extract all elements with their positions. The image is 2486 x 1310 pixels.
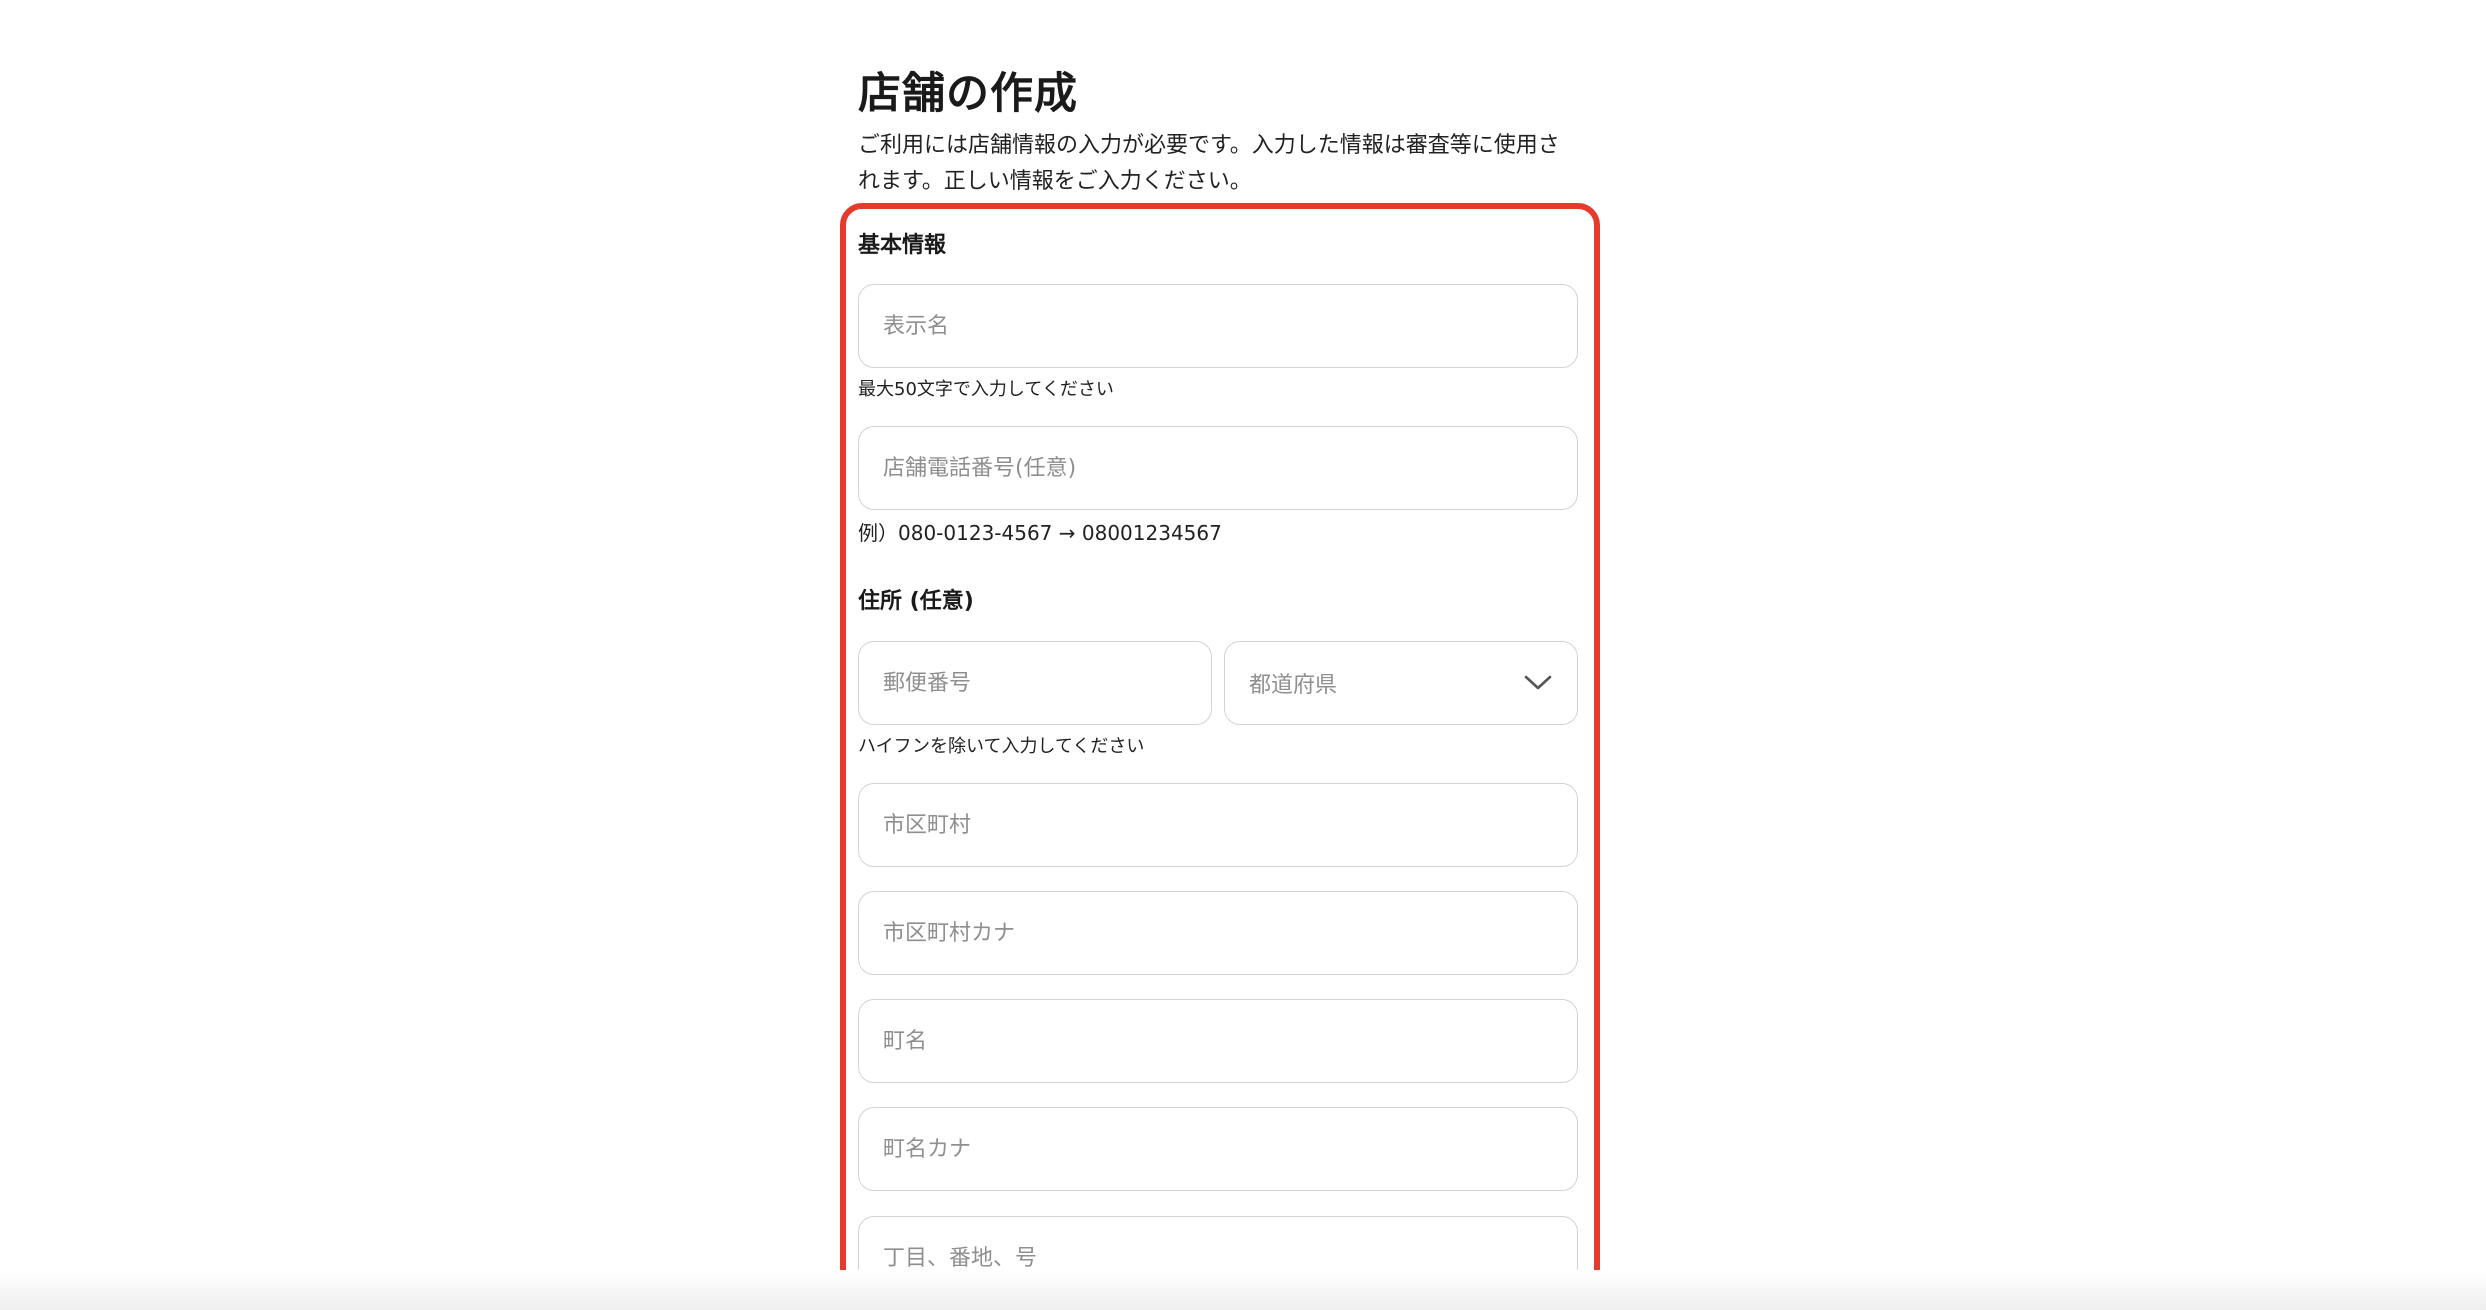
phone-input[interactable]	[859, 427, 1577, 509]
page-title: 店舗の作成	[858, 69, 1078, 119]
town-kana-input[interactable]	[859, 1108, 1577, 1190]
section-title-basic-info: 基本情報	[858, 233, 947, 258]
city-input[interactable]	[859, 784, 1577, 866]
postal-code-input[interactable]	[859, 642, 1211, 724]
town-kana-field[interactable]	[858, 1107, 1578, 1191]
postal-code-hint: ハイフンを除いて入力してください	[858, 736, 1145, 757]
chevron-down-icon	[1523, 668, 1553, 698]
city-field[interactable]	[858, 783, 1578, 867]
town-field[interactable]	[858, 999, 1578, 1083]
display-name-input[interactable]	[859, 285, 1577, 367]
town-input[interactable]	[859, 1000, 1577, 1082]
bottom-fade	[0, 1270, 2486, 1310]
phone-hint: 例）080-0123-4567 → 08001234567	[858, 521, 1222, 545]
city-kana-input[interactable]	[859, 892, 1577, 974]
phone-field[interactable]	[858, 426, 1578, 510]
city-kana-field[interactable]	[858, 891, 1578, 975]
page-description: ご利用には店舗情報の入力が必要です。入力した情報は審査等に使用されます。正しい情…	[858, 133, 1560, 194]
page: 店舗の作成 ご利用には店舗情報の入力が必要です。入力した情報は審査等に使用されま…	[0, 0, 2486, 1310]
prefecture-select-value: 都道府県	[1249, 673, 1338, 698]
postal-code-field[interactable]	[858, 641, 1212, 725]
prefecture-select[interactable]: 都道府県	[1224, 641, 1578, 725]
display-name-field[interactable]	[858, 284, 1578, 368]
section-title-address: 住所 (任意)	[858, 589, 974, 614]
display-name-hint: 最大50文字で入力してください	[858, 379, 1114, 400]
